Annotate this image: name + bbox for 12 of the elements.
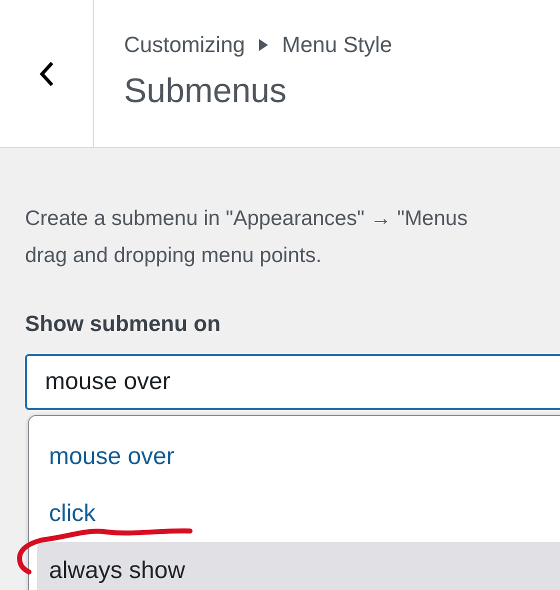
description-text: drag and dropping menu points. <box>25 243 323 269</box>
select-field[interactable]: mouse over <box>25 354 560 410</box>
chevron-left-icon <box>38 60 54 88</box>
field-label: Show submenu on <box>25 311 222 337</box>
dropdown-option[interactable]: always show <box>37 542 560 590</box>
section-title: Submenus <box>124 72 288 111</box>
description-text: Create a submenu in "Appearances" → "Menus <box>25 206 469 232</box>
dropdown-option[interactable]: mouse over <box>37 428 560 485</box>
triangle-right-icon <box>259 39 268 51</box>
dropdown-option[interactable]: click <box>37 485 560 542</box>
breadcrumb-item: Menu Style <box>282 32 392 58</box>
breadcrumb-item: Customizing <box>124 32 246 58</box>
